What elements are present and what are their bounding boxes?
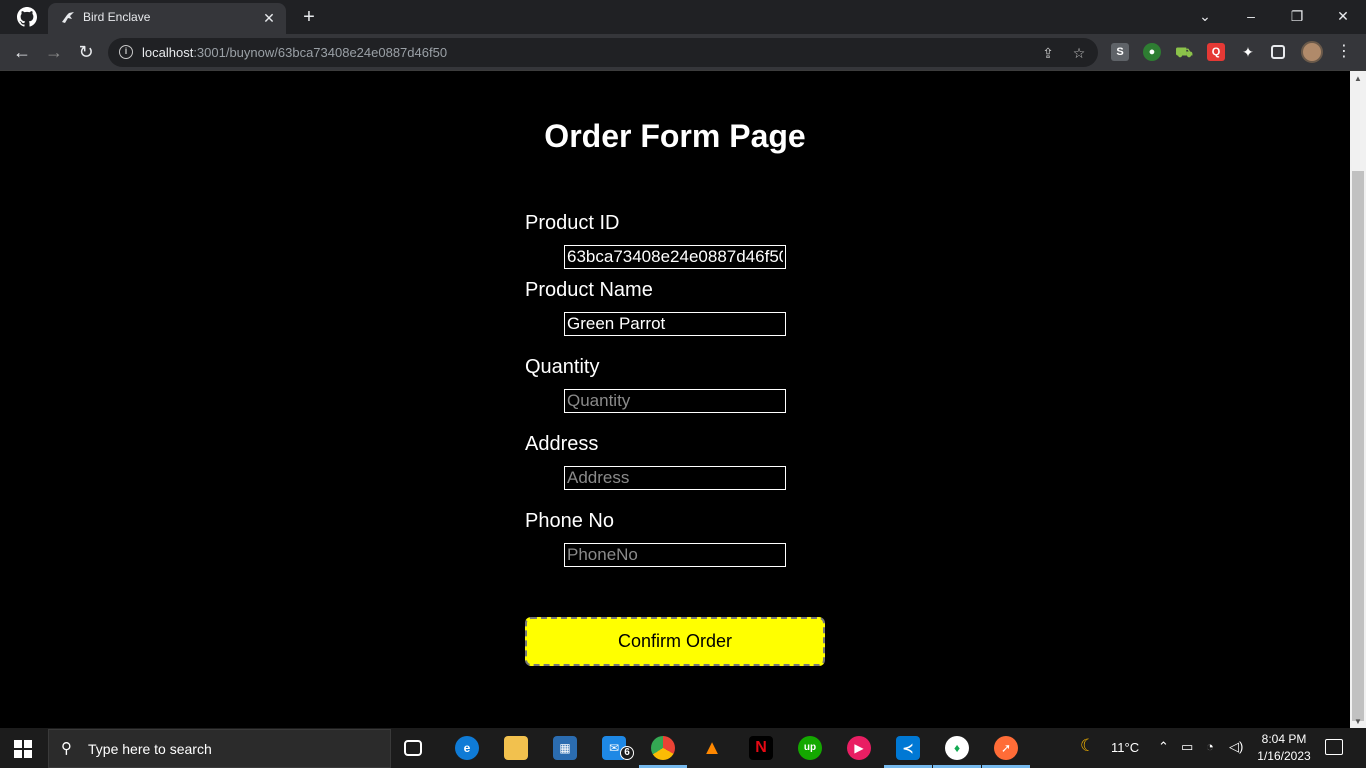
notifications-icon[interactable]: [1325, 739, 1343, 755]
address-input[interactable]: [564, 466, 786, 490]
site-info-icon[interactable]: i: [119, 45, 133, 59]
taskbar-clock[interactable]: 8:04 PM 1/16/2023: [1252, 731, 1316, 765]
quantity-input[interactable]: [564, 389, 786, 413]
clock-date: 1/16/2023: [1257, 749, 1311, 763]
weather-temp[interactable]: 11°C: [1111, 740, 1139, 755]
taskbar-search-box[interactable]: ⚲ Type here to search: [48, 729, 391, 768]
url-text[interactable]: localhost:3001/buynow/63bca73408e24e0887…: [142, 45, 447, 60]
address-bar[interactable]: i localhost:3001/buynow/63bca73408e24e08…: [108, 38, 1098, 67]
globe-extension-icon[interactable]: ●: [1143, 43, 1161, 61]
media-player-icon[interactable]: ▶: [847, 736, 871, 760]
mongodb-icon[interactable]: ♦: [945, 736, 969, 760]
url-path: :3001/buynow/63bca73408e24e0887d46f50: [193, 45, 448, 60]
side-panel-icon[interactable]: [1271, 45, 1285, 59]
postman-icon[interactable]: ➚: [994, 736, 1018, 760]
scroll-thumb[interactable]: [1352, 171, 1364, 721]
search-icon: ⚲: [61, 740, 72, 757]
clock-time: 8:04 PM: [1261, 732, 1307, 746]
red-extension-icon[interactable]: Q: [1207, 43, 1225, 61]
task-view-icon[interactable]: [404, 740, 422, 756]
taskbar-search-placeholder: Type here to search: [88, 741, 212, 757]
volume-icon[interactable]: ◁): [1229, 739, 1243, 755]
bird-icon: [62, 12, 74, 23]
new-tab-icon[interactable]: +: [298, 6, 320, 28]
windows-taskbar: ⚲ Type here to search e ▦ ✉ 6 ▲ N up ▶ ≺…: [0, 728, 1366, 768]
battery-icon[interactable]: ▭: [1181, 739, 1193, 755]
product-id-input[interactable]: [564, 245, 786, 269]
tab-bird-enclave[interactable]: Bird Enclave ✕: [48, 3, 286, 34]
restore-icon[interactable]: ❐: [1284, 4, 1310, 28]
profile-avatar[interactable]: [1301, 41, 1323, 63]
scroll-up-icon[interactable]: ▲: [1354, 74, 1362, 83]
wifi-icon[interactable]: ◔: [1206, 739, 1214, 754]
address-label: Address: [525, 433, 599, 455]
windows-start-icon[interactable]: [14, 740, 32, 758]
phone-label: Phone No: [525, 510, 614, 532]
file-explorer-icon[interactable]: [504, 736, 528, 760]
page-viewport: Order Form Page Product ID Product Name …: [0, 71, 1350, 728]
product-id-label: Product ID: [525, 212, 620, 234]
upwork-icon[interactable]: up: [798, 736, 822, 760]
netflix-icon[interactable]: N: [749, 736, 773, 760]
product-name-label: Product Name: [525, 279, 653, 301]
skype-extension-icon[interactable]: S: [1111, 43, 1129, 61]
vlc-icon[interactable]: ▲: [700, 736, 724, 760]
tray-chevron-icon[interactable]: ⌃: [1158, 739, 1169, 755]
chrome-icon[interactable]: [651, 736, 675, 760]
product-name-input[interactable]: [564, 312, 786, 336]
vscode-icon[interactable]: ≺: [896, 736, 920, 760]
minimize-icon[interactable]: –: [1238, 4, 1264, 28]
close-window-icon[interactable]: ✕: [1330, 4, 1356, 28]
back-icon[interactable]: ←: [10, 40, 34, 64]
menu-kebab-icon[interactable]: ⋮: [1336, 40, 1352, 64]
scroll-down-icon[interactable]: ▼: [1354, 717, 1362, 726]
tab-title: Bird Enclave: [83, 10, 151, 24]
quantity-label: Quantity: [525, 356, 600, 378]
browser-toolbar: ← → ↻ i localhost:3001/buynow/63bca73408…: [0, 34, 1366, 71]
extensions-puzzle-icon[interactable]: ✦: [1239, 43, 1257, 61]
store-icon[interactable]: ▦: [553, 736, 577, 760]
share-icon[interactable]: ⇪: [1039, 44, 1057, 62]
github-icon[interactable]: [17, 7, 37, 27]
cart-extension-icon[interactable]: ⛟: [1175, 43, 1193, 61]
reload-icon[interactable]: ↻: [74, 40, 98, 64]
confirm-order-button[interactable]: Confirm Order: [525, 617, 825, 666]
bookmark-star-icon[interactable]: ☆: [1070, 44, 1088, 62]
page-title: Order Form Page: [544, 118, 806, 154]
edge-icon[interactable]: e: [455, 736, 479, 760]
forward-icon[interactable]: →: [42, 40, 66, 64]
browser-tabstrip: Bird Enclave ✕ + ⌄ – ❐ ✕: [0, 0, 1366, 34]
tab-search-icon[interactable]: ⌄: [1192, 4, 1218, 28]
mail-badge: 6: [620, 746, 634, 760]
phone-input[interactable]: [564, 543, 786, 567]
url-host: localhost: [142, 45, 194, 60]
tab-close-icon[interactable]: ✕: [260, 9, 278, 27]
page-scrollbar[interactable]: ▲ ▼: [1350, 71, 1366, 728]
moon-weather-icon[interactable]: ☾: [1080, 736, 1095, 756]
